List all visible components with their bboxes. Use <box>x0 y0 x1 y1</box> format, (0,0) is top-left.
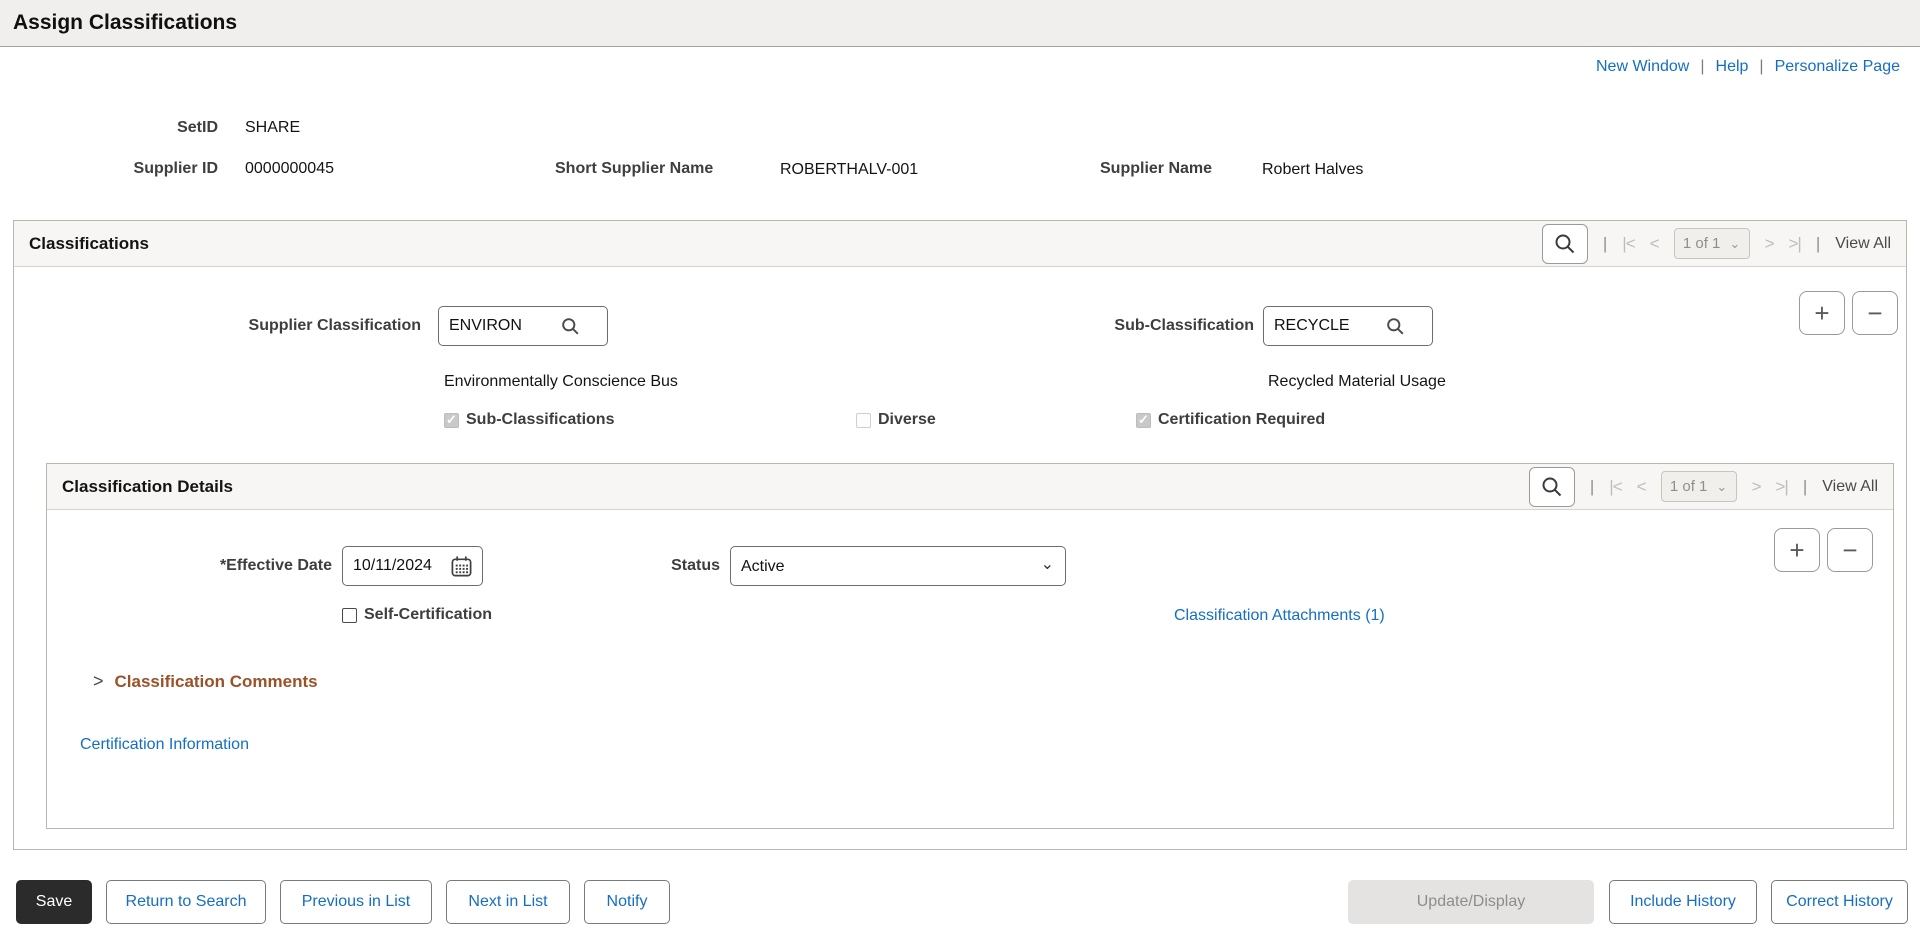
short-supplier-name-value: ROBERTHALV-001 <box>780 161 918 179</box>
short-supplier-name-label: Short Supplier Name <box>555 160 713 178</box>
lookup-search-icon[interactable] <box>561 317 580 336</box>
effective-date-input[interactable] <box>353 557 441 575</box>
classifications-header: Classifications | |< < 1 of 1 ⌄ > >| | V… <box>14 221 1906 267</box>
page-header-bar: Assign Classifications <box>0 0 1920 47</box>
classification-details-search-button[interactable] <box>1529 467 1575 507</box>
supplier-name-value: Robert Halves <box>1262 161 1363 179</box>
self-certification-checkbox-row: Self-Certification <box>342 606 492 624</box>
sub-classification-description: Recycled Material Usage <box>1268 373 1446 391</box>
chevron-down-icon: ⌄ <box>1716 482 1727 492</box>
classifications-title: Classifications <box>29 234 149 254</box>
diverse-checkbox-label: Diverse <box>878 411 936 429</box>
expand-arrow-icon: > <box>93 671 104 692</box>
minus-icon: − <box>1867 298 1882 329</box>
classification-details-row-actions: + − <box>1774 528 1873 572</box>
diverse-checkbox <box>856 413 871 428</box>
previous-page-icon: < <box>1650 234 1659 254</box>
supplier-classification-input[interactable] <box>449 317 561 335</box>
correct-history-button[interactable]: Correct History <box>1771 880 1908 924</box>
classification-details-groupbox: Classification Details | |< < 1 of 1 ⌄ > <box>46 463 1894 829</box>
supplier-classification-description: Environmentally Conscience Bus <box>444 373 678 391</box>
self-certification-checkbox[interactable] <box>342 608 357 623</box>
sub-classifications-checkbox-label: Sub-Classifications <box>466 411 614 429</box>
plus-icon: + <box>1814 298 1829 329</box>
self-certification-label: Self-Certification <box>364 606 492 624</box>
last-page-icon: >| <box>1776 477 1788 497</box>
status-select[interactable]: Active <box>730 546 1066 586</box>
pagination-separator: | <box>1603 234 1607 254</box>
first-page-icon: |< <box>1622 234 1634 254</box>
save-button[interactable]: Save <box>16 880 92 924</box>
classification-details-page-select: 1 of 1 ⌄ <box>1661 471 1737 502</box>
classification-comments-label: Classification Comments <box>115 672 318 692</box>
calendar-icon[interactable] <box>450 555 473 578</box>
status-field: Active ⌄ <box>730 546 1066 586</box>
new-window-link[interactable]: New Window <box>1596 58 1689 76</box>
pagination-separator: | <box>1803 477 1807 497</box>
pagination-separator: | <box>1590 477 1594 497</box>
last-page-icon: >| <box>1789 234 1801 254</box>
supplier-classification-label: Supplier Classification <box>14 317 421 335</box>
personalize-page-link[interactable]: Personalize Page <box>1775 58 1900 76</box>
header-links: New Window | Help | Personalize Page <box>1596 58 1900 76</box>
sub-classifications-checkbox-row: Sub-Classifications <box>444 411 614 429</box>
pagination-separator: | <box>1816 234 1820 254</box>
next-page-icon: > <box>1765 234 1774 254</box>
classification-details-header: Classification Details | |< < 1 of 1 ⌄ > <box>47 464 1893 510</box>
supplier-id-label: Supplier ID <box>40 160 218 178</box>
chevron-down-icon: ⌄ <box>1729 239 1740 249</box>
setid-value: SHARE <box>245 119 300 137</box>
search-icon <box>1554 233 1576 255</box>
certification-required-checkbox <box>1136 413 1151 428</box>
link-separator: | <box>1759 58 1763 76</box>
plus-icon: + <box>1789 535 1804 566</box>
notify-button[interactable]: Notify <box>584 880 670 924</box>
classifications-page-select: 1 of 1 ⌄ <box>1674 228 1750 259</box>
supplier-name-label: Supplier Name <box>1100 160 1212 178</box>
sub-classifications-checkbox <box>444 413 459 428</box>
search-icon <box>1541 476 1563 498</box>
include-history-button[interactable]: Include History <box>1609 880 1757 924</box>
first-page-icon: |< <box>1609 477 1621 497</box>
classification-details-pagination: | |< < 1 of 1 ⌄ > >| | View All <box>1529 467 1878 507</box>
return-to-search-button[interactable]: Return to Search <box>106 880 266 924</box>
next-page-icon: > <box>1752 477 1761 497</box>
lookup-search-icon[interactable] <box>1386 317 1405 336</box>
supplier-classification-field <box>438 306 608 346</box>
bottom-toolbar: Save Return to Search Previous in List N… <box>0 880 1920 926</box>
help-link[interactable]: Help <box>1716 58 1749 76</box>
sub-classification-input[interactable] <box>1274 317 1386 335</box>
certification-required-checkbox-row: Certification Required <box>1136 411 1325 429</box>
sub-classification-label: Sub-Classification <box>1044 317 1254 335</box>
page-title: Assign Classifications <box>13 11 237 35</box>
delete-row-button[interactable]: − <box>1852 291 1898 335</box>
classifications-search-button[interactable] <box>1542 224 1588 264</box>
classifications-view-all-link[interactable]: View All <box>1835 235 1891 253</box>
status-label: Status <box>547 557 720 575</box>
classification-comments-toggle[interactable]: > Classification Comments <box>93 671 318 692</box>
setid-label: SetID <box>40 119 218 137</box>
previous-page-icon: < <box>1637 477 1646 497</box>
effective-date-label: *Effective Date <box>47 557 332 575</box>
add-row-button[interactable]: + <box>1799 291 1845 335</box>
update-display-button: Update/Display <box>1348 880 1594 924</box>
link-separator: | <box>1700 58 1704 76</box>
certification-required-checkbox-label: Certification Required <box>1158 411 1325 429</box>
certification-information-link[interactable]: Certification Information <box>80 736 249 754</box>
minus-icon: − <box>1842 535 1857 566</box>
sub-classification-field <box>1263 306 1433 346</box>
delete-detail-row-button[interactable]: − <box>1827 528 1873 572</box>
classifications-pagination: | |< < 1 of 1 ⌄ > >| | View All <box>1542 224 1891 264</box>
supplier-id-value: 0000000045 <box>245 160 334 178</box>
diverse-checkbox-row: Diverse <box>856 411 936 429</box>
classification-attachments-link[interactable]: Classification Attachments (1) <box>1174 607 1385 625</box>
classifications-row-actions: + − <box>1799 291 1898 335</box>
add-detail-row-button[interactable]: + <box>1774 528 1820 572</box>
effective-date-field <box>342 546 483 586</box>
previous-in-list-button[interactable]: Previous in List <box>280 880 432 924</box>
classifications-groupbox: Classifications | |< < 1 of 1 ⌄ > >| | V… <box>13 220 1907 850</box>
classification-details-title: Classification Details <box>62 477 233 497</box>
next-in-list-button[interactable]: Next in List <box>446 880 570 924</box>
classification-details-view-all-link[interactable]: View All <box>1822 478 1878 496</box>
